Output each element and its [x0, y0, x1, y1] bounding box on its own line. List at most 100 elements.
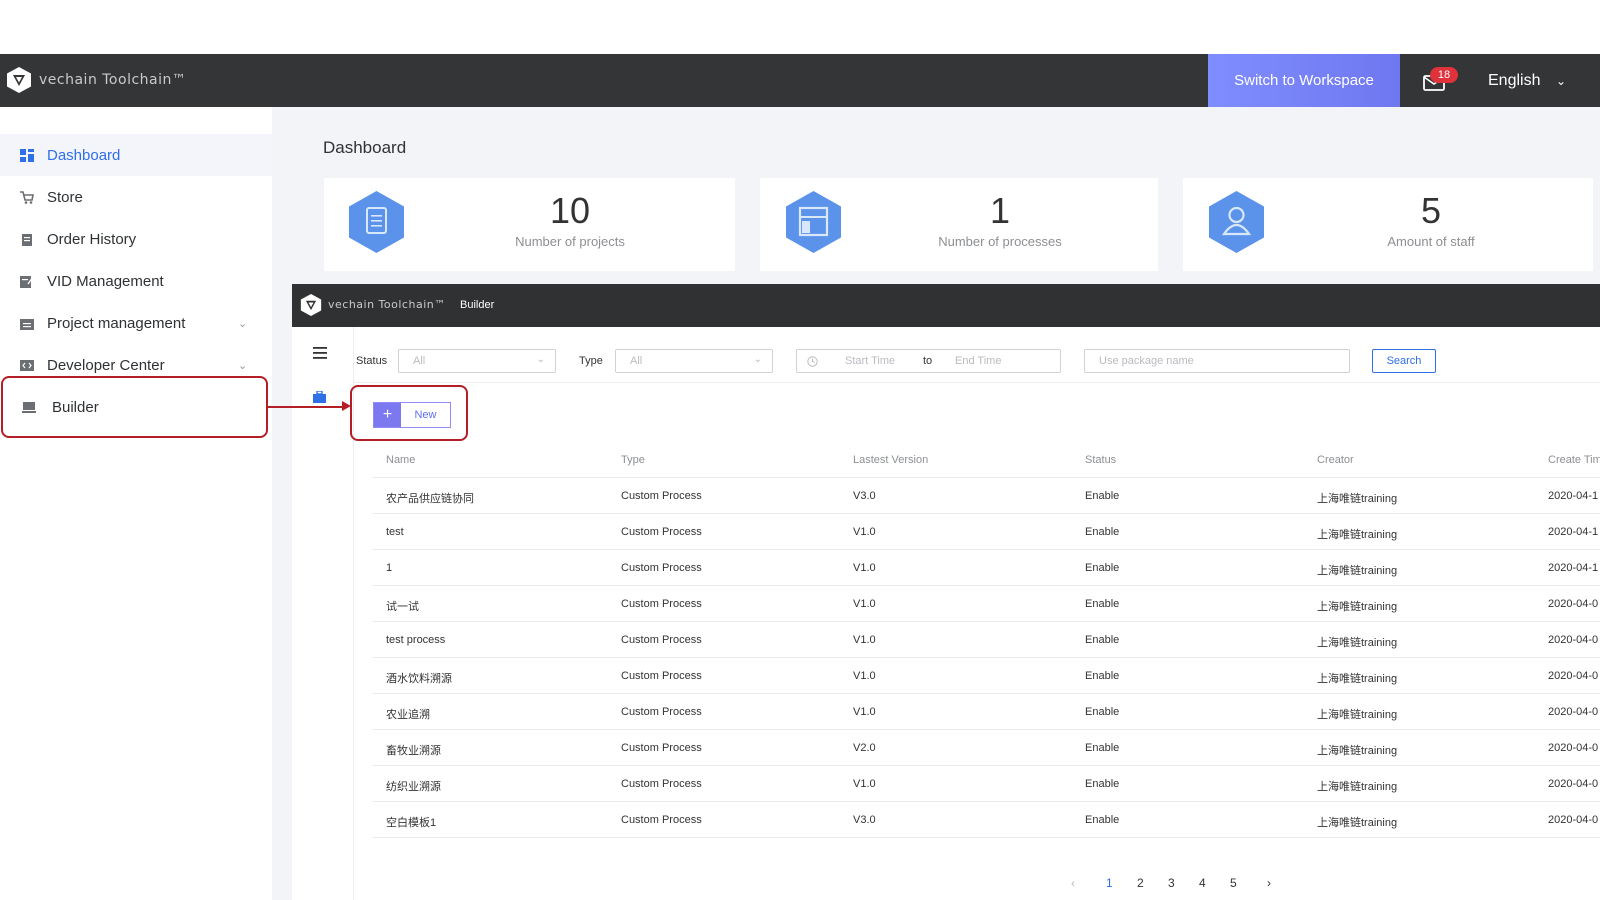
- cell-name: 1: [386, 562, 393, 574]
- cell-version: V1.0: [853, 778, 876, 790]
- cart-icon: [20, 190, 34, 204]
- type-select-value: All: [630, 355, 643, 367]
- cell-create-time: 2020-04-0: [1548, 670, 1599, 682]
- language-selector[interactable]: English: [1488, 72, 1540, 90]
- pagination-page-5[interactable]: 5: [1230, 876, 1237, 890]
- sidebar-item-vid-management[interactable]: VID Management: [0, 260, 272, 302]
- status-select[interactable]: All ⌄: [398, 349, 556, 373]
- cell-version: V1.0: [853, 526, 876, 538]
- column-header-creator[interactable]: Creator: [1317, 454, 1354, 466]
- pagination-page-1[interactable]: 1: [1106, 876, 1113, 890]
- cell-version: V3.0: [853, 490, 876, 502]
- cell-status: Enable: [1085, 814, 1120, 826]
- column-header-version[interactable]: Lastest Version: [853, 454, 928, 466]
- builder-logo-text: vechain Toolchain™: [328, 298, 446, 311]
- cell-creator: 上海唯链training: [1317, 781, 1398, 793]
- processes-count: 1: [989, 190, 1011, 231]
- cell-type: Custom Process: [621, 742, 702, 754]
- table-row[interactable]: 空白模板1 Custom Process V3.0 Enable 上海唯链trainin…: [372, 802, 1600, 838]
- toolbox-icon[interactable]: [313, 391, 326, 403]
- cell-status: Enable: [1085, 634, 1120, 646]
- stat-card-staff: 5 Amount of staff: [1183, 178, 1593, 271]
- cell-create-time: 2020-04-1: [1548, 526, 1599, 538]
- cell-create-time: 2020-04-1: [1548, 562, 1599, 574]
- sidebar-item-project-management[interactable]: Project management ⌄: [0, 302, 272, 344]
- top-bar: vechain Toolchain™ Switch to Workspace 1…: [0, 54, 1600, 107]
- folder-icon: [20, 318, 34, 330]
- layout-icon: [786, 191, 841, 253]
- cell-version: V2.0: [853, 742, 876, 754]
- cell-create-time: 2020-04-0: [1548, 634, 1599, 646]
- cell-type: Custom Process: [621, 778, 702, 790]
- column-header-status[interactable]: Status: [1085, 454, 1116, 466]
- sidebar-item-label: Project management: [47, 314, 186, 332]
- cell-name: test: [386, 526, 404, 538]
- cell-create-time: 2020-04-0: [1548, 706, 1599, 718]
- column-header-type[interactable]: Type: [621, 454, 645, 466]
- cell-name: 农业追溯: [386, 709, 430, 721]
- staff-label: Amount of staff: [1387, 234, 1475, 249]
- cell-type: Custom Process: [621, 706, 702, 718]
- status-select-value: All: [413, 355, 426, 367]
- cell-create-time: 2020-04-0: [1548, 742, 1599, 754]
- table-row[interactable]: 试一试 Custom Process V1.0 Enable 上海唯链training 2…: [372, 586, 1600, 622]
- chevron-down-icon[interactable]: ⌄: [238, 317, 247, 330]
- cell-name: test process: [386, 634, 446, 646]
- sidebar-item-dashboard[interactable]: Dashboard: [0, 134, 272, 176]
- table-row[interactable]: test Custom Process V1.0 Enable 上海唯链training…: [372, 514, 1600, 550]
- cell-create-time: 2020-04-0: [1548, 814, 1599, 826]
- end-time-input[interactable]: End Time: [955, 355, 1001, 367]
- document-icon: [349, 191, 404, 253]
- table-row[interactable]: 1 Custom Process V1.0 Enable 上海唯链training 202…: [372, 550, 1600, 586]
- new-button-highlight-box: [350, 385, 468, 441]
- column-header-name[interactable]: Name: [386, 454, 415, 466]
- pagination-prev[interactable]: ‹: [1071, 876, 1075, 890]
- chevron-down-icon[interactable]: ⌄: [238, 359, 247, 372]
- table-row[interactable]: 农业追溯 Custom Process V1.0 Enable 上海唯链training…: [372, 694, 1600, 730]
- cell-creator: 上海唯链training: [1317, 529, 1398, 541]
- cell-status: Enable: [1085, 562, 1120, 574]
- highlight-arrow: [268, 406, 344, 408]
- table-row[interactable]: 纺织业溯源 Custom Process V1.0 Enable 上海唯链trainin…: [372, 766, 1600, 802]
- pagination-next[interactable]: ›: [1267, 876, 1271, 890]
- cell-version: V3.0: [853, 814, 876, 826]
- package-name-input[interactable]: Use package name: [1084, 349, 1350, 373]
- cell-name: 空白模板1: [386, 817, 437, 829]
- table-row[interactable]: 畜牧业溯源 Custom Process V2.0 Enable 上海唯链trainin…: [372, 730, 1600, 766]
- cell-version: V1.0: [853, 634, 876, 646]
- sidebar-item-store[interactable]: Store: [0, 176, 272, 218]
- cell-name: 畜牧业溯源: [386, 745, 441, 757]
- pagination-page-2[interactable]: 2: [1137, 876, 1144, 890]
- builder-side-rail: [292, 327, 354, 900]
- page-title: Dashboard: [323, 138, 407, 157]
- projects-count: 10: [549, 190, 591, 231]
- cell-create-time: 2020-04-0: [1548, 778, 1599, 790]
- edit-doc-icon: [20, 275, 34, 288]
- date-range-picker[interactable]: Start Time to End Time: [796, 349, 1061, 373]
- clock-icon: [807, 356, 818, 367]
- cell-status: Enable: [1085, 526, 1120, 538]
- cell-create-time: 2020-04-1: [1548, 490, 1599, 502]
- sidebar-item-order-history[interactable]: Order History: [0, 218, 272, 260]
- cell-version: V1.0: [853, 670, 876, 682]
- search-button[interactable]: Search: [1372, 349, 1436, 373]
- cell-name: 酒水饮料溯源: [386, 673, 452, 685]
- package-name-placeholder: Use package name: [1099, 355, 1194, 367]
- cell-creator: 上海唯链training: [1317, 601, 1398, 613]
- cell-status: Enable: [1085, 706, 1120, 718]
- sidebar-item-label: Store: [47, 188, 83, 206]
- pagination-page-4[interactable]: 4: [1199, 876, 1206, 890]
- table-row[interactable]: 酒水饮料溯源 Custom Process V1.0 Enable 上海唯链traini…: [372, 658, 1600, 694]
- vechain-logo-icon: [300, 294, 322, 316]
- cell-version: V1.0: [853, 562, 876, 574]
- chevron-down-icon[interactable]: ⌄: [1556, 74, 1566, 88]
- type-select[interactable]: All ⌄: [615, 349, 773, 373]
- start-time-input[interactable]: Start Time: [845, 355, 895, 367]
- pagination-page-3[interactable]: 3: [1168, 876, 1175, 890]
- table-row[interactable]: test process Custom Process V1.0 Enable 上海唯链…: [372, 622, 1600, 658]
- menu-icon[interactable]: [313, 347, 327, 359]
- switch-to-workspace-button[interactable]: Switch to Workspace: [1208, 54, 1400, 107]
- column-header-create-time[interactable]: Create Tim: [1548, 454, 1600, 466]
- table-row[interactable]: 农产品供应链协同 Custom Process V3.0 Enable 上海唯链trai…: [372, 478, 1600, 514]
- cell-name: 纺织业溯源: [386, 781, 441, 793]
